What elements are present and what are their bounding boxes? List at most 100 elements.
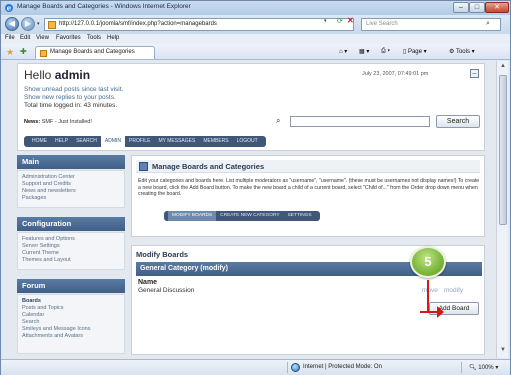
current-datetime: July 23, 2007, 07:49:01 pm: [362, 71, 429, 77]
greeting: Hello admin: [24, 68, 90, 82]
name-column-header: Name: [138, 279, 158, 286]
sidebar-section-forum: Forum: [17, 279, 125, 293]
live-search-input[interactable]: Live Search ⌕: [361, 18, 501, 31]
maximize-button[interactable]: □: [469, 2, 485, 13]
add-board-button[interactable]: Add Board: [429, 302, 479, 315]
new-replies-link[interactable]: Show new replies to your posts.: [24, 94, 116, 101]
manage-subtabs: MODIFY BOARDS CREATE NEW CATEGORY SETTIN…: [164, 211, 320, 221]
menu-help[interactable]: Help: [107, 35, 119, 41]
sidebar-item-administration-center[interactable]: Administration Center: [22, 174, 120, 181]
address-dropdown-icon[interactable]: ▾: [324, 18, 327, 24]
forum-search-button[interactable]: Search: [436, 115, 480, 128]
tab-manage-boards[interactable]: Manage Boards and Categories: [35, 46, 155, 59]
recent-pages-dropdown-icon[interactable]: ▾: [37, 21, 40, 27]
collapse-header-icon[interactable]: –: [470, 69, 479, 78]
nav-logout[interactable]: LOGOUT: [233, 136, 262, 147]
title-bar: e Manage Boards and Categories - Windows…: [1, 1, 510, 15]
browser-window: e Manage Boards and Categories - Windows…: [0, 0, 511, 375]
nav-home[interactable]: HOME: [28, 136, 51, 147]
tab-create-new-category[interactable]: CREATE NEW CATEGORY: [216, 211, 283, 221]
sidebar-item-server-settings[interactable]: Server Settings: [22, 243, 120, 250]
sidebar-item-search[interactable]: Search: [22, 319, 120, 326]
forum-search-input[interactable]: [290, 116, 430, 127]
news-label: News:: [24, 119, 41, 125]
menu-bar: File Edit View Favorites Tools Help: [1, 34, 510, 44]
username: admin: [54, 68, 91, 82]
menu-edit[interactable]: Edit: [20, 35, 30, 41]
svg-text:e: e: [7, 4, 12, 13]
news-line: News: SMF - Just Installed!: [24, 119, 92, 125]
tab-modify-boards[interactable]: MODIFY BOARDS: [168, 211, 217, 221]
status-bar: Internet | Protected Mode: On 🔍︎ 100% ▾: [1, 359, 510, 375]
zoom-level-value: 100%: [478, 365, 494, 371]
unread-posts-link[interactable]: Show unread posts since last visit.: [24, 86, 123, 93]
page-menu[interactable]: ▯ Page ▾: [403, 48, 427, 55]
forward-button[interactable]: ▶: [21, 17, 35, 31]
favorites-star-icon[interactable]: ★: [6, 47, 14, 58]
internet-zone-icon: [291, 363, 300, 372]
sidebar-item-features-options[interactable]: Features and Options: [22, 236, 120, 243]
sidebar-item-boards[interactable]: Boards: [22, 298, 120, 305]
sidebar-item-smileys-icons[interactable]: Smileys and Message Icons: [22, 326, 120, 333]
scrollbar-thumb[interactable]: [499, 75, 507, 225]
vertical-scrollbar[interactable]: ▲ ▼: [496, 61, 508, 358]
menu-favorites[interactable]: Favorites: [56, 35, 81, 41]
page-icon: [48, 21, 56, 29]
sidebar-section-configuration: Configuration: [17, 217, 125, 231]
sidebar-item-calendar[interactable]: Calendar: [22, 312, 120, 319]
refresh-icon[interactable]: ⟳: [337, 17, 343, 25]
sidebar-item-current-theme[interactable]: Current Theme: [22, 250, 120, 257]
tools-menu[interactable]: ⚙ Tools ▾: [449, 48, 475, 55]
search-icon[interactable]: ⌕: [486, 20, 490, 28]
minimize-button[interactable]: –: [453, 2, 469, 13]
nav-search[interactable]: SEARCH: [72, 136, 101, 147]
status-divider: [461, 362, 462, 373]
window-title: Manage Boards and Categories - Windows I…: [17, 3, 191, 10]
nav-admin[interactable]: ADMIN: [100, 136, 126, 147]
greeting-prefix: Hello: [24, 68, 55, 82]
modify-board-link[interactable]: modify: [444, 287, 463, 294]
url-text[interactable]: http://127.0.0.1/joomla/smf/index.php?ac…: [59, 21, 217, 27]
nav-help[interactable]: HELP: [51, 136, 72, 147]
move-board-link[interactable]: move: [422, 287, 438, 294]
close-button[interactable]: ✕: [485, 2, 509, 13]
modify-boards-title: Modify Boards: [136, 250, 189, 259]
tools-menu-label: Tools: [455, 49, 470, 55]
time-logged-text: Total time logged in: 43 minutes.: [24, 102, 118, 109]
zoom-level[interactable]: 🔍︎ 100% ▾: [469, 364, 498, 371]
print-icon[interactable]: ⎙ ▾: [381, 48, 390, 55]
sidebar-item-attachments-avatars[interactable]: Attachments and Avatars: [22, 333, 120, 340]
nav-members[interactable]: MEMBERS: [199, 136, 232, 147]
manage-boards-icon: [139, 162, 148, 171]
menu-view[interactable]: View: [36, 35, 49, 41]
add-favorite-icon[interactable]: ✚: [20, 47, 27, 56]
sidebar-section-main: Main: [17, 155, 125, 169]
stop-icon[interactable]: ✕: [347, 16, 354, 25]
page-viewport: Hello admin July 23, 2007, 07:49:01 pm –…: [5, 61, 496, 358]
address-field[interactable]: http://127.0.0.1/joomla/smf/index.php?ac…: [44, 18, 354, 31]
nav-profile[interactable]: PROFILE: [125, 136, 154, 147]
page-menu-label: Page: [407, 49, 422, 55]
sidebar-item-packages[interactable]: Packages: [22, 195, 120, 202]
sidebar-main-list: Administration Center Support and Credit…: [17, 170, 125, 208]
board-general-discussion: General Discussion: [138, 287, 195, 294]
favorites-bar: ★ ✚ Manage Boards and Categories ⌂ ▾ ▦ ▾…: [1, 44, 510, 60]
address-row: ◀ ▶ ▾ http://127.0.0.1/joomla/smf/index.…: [1, 15, 510, 34]
sidebar-item-news-newsletters[interactable]: News and newsletters: [22, 188, 120, 195]
security-zone-text: Internet | Protected Mode: On: [303, 364, 382, 370]
forum-search-icon: ⌕: [276, 116, 281, 125]
feeds-icon[interactable]: ▦ ▾: [359, 48, 369, 55]
back-button[interactable]: ◀: [5, 17, 19, 31]
home-icon[interactable]: ⌂ ▾: [339, 48, 347, 55]
tab-settings[interactable]: SETTINGS: [284, 211, 316, 221]
sidebar-item-posts-topics[interactable]: Posts and Topics: [22, 305, 120, 312]
menu-tools[interactable]: Tools: [87, 35, 101, 41]
manage-boards-panel: Manage Boards and Categories Edit your c…: [131, 155, 485, 237]
status-divider: [287, 362, 288, 373]
sidebar-item-themes-layout[interactable]: Themes and Layout: [22, 257, 120, 264]
menu-file[interactable]: File: [5, 35, 15, 41]
sidebar-item-support-credits[interactable]: Support and Credits: [22, 181, 120, 188]
scroll-up-icon[interactable]: ▲: [500, 63, 506, 69]
scroll-down-icon[interactable]: ▼: [500, 347, 506, 353]
nav-my-messages[interactable]: MY MESSAGES: [154, 136, 199, 147]
